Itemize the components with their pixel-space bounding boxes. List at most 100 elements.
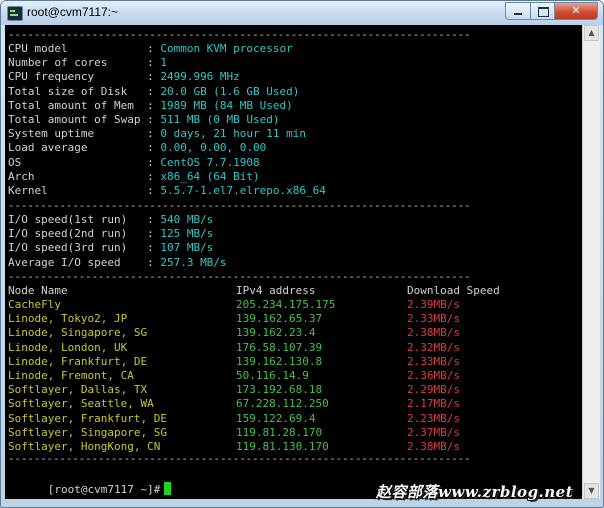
speed-table-row: CacheFly 205.234.175.175 2.39MB/s [8, 298, 578, 312]
info-value: 20.0 GB (1.6 GB Used) [160, 84, 300, 98]
node-speed: 2.38MB/s [407, 326, 460, 340]
node-name: Softlayer, Dallas, TX [8, 383, 148, 397]
speed-table-row: Linode, Fremont, CA 50.116.14.9 2.36MB/s [8, 369, 578, 383]
speed-table-row: Softlayer, Singapore, SG 119.81.28.170 2.3… [8, 426, 578, 440]
node-speed: 2.37MB/s [407, 425, 460, 439]
speed-table-row: Softlayer, Dallas, TX 173.192.68.18 2.29MB… [8, 383, 578, 397]
node-ip: 139.162.130.8 [236, 354, 323, 368]
io-label: I/O speed(1st run) [8, 213, 141, 226]
info-colon: : [140, 127, 161, 141]
info-value: 0.00, 0.00, 0.00 [160, 141, 267, 155]
info-colon: : [140, 70, 161, 84]
node-name: Softlayer, Seattle, WA [8, 397, 154, 411]
info-colon: : [140, 113, 161, 126]
node-ip: 119.81.28.170 [236, 425, 323, 439]
speed-table-header: Node Name IPv4 address Download Speed [8, 284, 578, 298]
info-value: 5.5.7-1.el7.elrepo.x86_64 [160, 184, 326, 197]
io-speed-row: I/O speed(2nd run) : 125 MB/s [8, 227, 213, 241]
node-speed: 2.33MB/s [407, 354, 460, 368]
io-speed-row: I/O speed(3rd run) : 107 MB/s [8, 241, 213, 255]
info-label: System uptime [8, 127, 141, 141]
info-label: Arch [8, 169, 141, 183]
node-ip: 67.228.112.250 [236, 397, 329, 411]
speed-table-row: Softlayer, Frankfurt, DE 159.122.69.4 2.23… [8, 412, 578, 426]
io-value: 257.3 MB/s [160, 255, 227, 269]
io-value: 125 MB/s [160, 227, 214, 241]
column-header-ip: IPv4 address [236, 284, 316, 297]
scroll-down-button[interactable]: ▼ [584, 483, 599, 499]
speed-table-row: Softlayer, Seattle, WA 67.228.112.250 2.17… [8, 397, 578, 411]
info-label: CPU frequency [8, 70, 141, 84]
minimize-icon [514, 13, 522, 15]
terminal-window: root@cvm7117:~ ✕ -----------------------… [0, 0, 604, 508]
speed-table-row: Linode, London, UK 176.58.107.39 2.32MB/s [8, 341, 578, 355]
info-label: Load average [8, 141, 141, 155]
info-label: Total size of Disk [8, 84, 141, 98]
node-speed: 2.39MB/s [407, 298, 460, 311]
info-value: 1 [160, 56, 167, 70]
io-colon: : [140, 241, 161, 255]
separator-line: ----------------------------------------… [8, 199, 471, 212]
system-info-row: CPU model : Common KVM processor [8, 42, 293, 56]
maximize-icon [538, 7, 549, 17]
node-name: CacheFly [8, 298, 61, 311]
column-header-speed: Download Speed [407, 284, 500, 297]
separator-line: ----------------------------------------… [8, 452, 471, 465]
node-name: Softlayer, Singapore, SG [8, 425, 167, 439]
io-label: I/O speed(3rd run) [8, 241, 141, 255]
node-speed: 2.17MB/s [407, 397, 460, 411]
node-speed: 2.32MB/s [407, 340, 460, 354]
info-value: 511 MB (0 MB Used) [160, 113, 280, 126]
info-value: Common KVM processor [160, 42, 293, 55]
io-value: 540 MB/s [160, 213, 214, 226]
maximize-button[interactable] [530, 2, 555, 20]
node-name: Linode, London, UK [8, 340, 128, 354]
node-ip: 159.122.69.4 [236, 411, 316, 425]
node-speed: 2.36MB/s [407, 369, 460, 382]
info-label: Number of cores [8, 56, 141, 70]
system-info-row: Number of cores : 1 [8, 56, 167, 70]
node-name: Linode, Tokyo2, JP [8, 312, 128, 326]
speed-table-row: Linode, Frankfurt, DE 139.162.130.8 2.33MB… [8, 355, 578, 369]
node-name: Linode, Singapore, SG [8, 326, 148, 340]
node-name: Linode, Fremont, CA [8, 369, 134, 382]
node-ip: 139.162.23.4 [236, 326, 316, 340]
system-info-row: OS : CentOS 7.7.1908 [8, 156, 260, 170]
info-value: 2499.996 MHz [160, 70, 240, 84]
system-info-row: Kernel : 5.5.7-1.el7.elrepo.x86_64 [8, 184, 326, 198]
info-label: OS [8, 155, 141, 169]
terminal-output[interactable]: ----------------------------------------… [5, 25, 582, 499]
watermark-logo: 赵容部落www.zrblog.net [376, 483, 574, 501]
prompt-line[interactable]: [root@cvm7117 ~]# [8, 468, 172, 496]
title-bar[interactable]: root@cvm7117:~ ✕ [1, 1, 603, 25]
info-label: Total amount of Swap [8, 113, 141, 126]
system-info-row: System uptime : 0 days, 21 hour 11 min [8, 127, 306, 141]
node-ip: 139.162.65.37 [236, 312, 323, 326]
system-info-row: Total amount of Swap : 511 MB (0 MB Used… [8, 113, 280, 127]
io-value: 107 MB/s [160, 241, 214, 255]
node-name: Linode, Frankfurt, DE [8, 354, 148, 368]
column-header-node: Node Name [8, 284, 68, 297]
io-colon: : [140, 227, 161, 241]
vertical-scrollbar[interactable]: ▲ ▼ [582, 25, 600, 499]
terminal-icon[interactable] [7, 6, 23, 21]
node-ip: 176.58.107.39 [236, 340, 323, 354]
minimize-button[interactable] [505, 2, 531, 20]
info-colon: : [140, 84, 161, 98]
close-icon: ✕ [571, 4, 581, 17]
node-ip: 205.234.175.175 [236, 298, 336, 311]
system-info-row: Load average : 0.00, 0.00, 0.00 [8, 141, 266, 155]
separator-line: ----------------------------------------… [8, 28, 471, 41]
info-value: 1989 MB (84 MB Used) [160, 98, 293, 112]
speed-table-row: Linode, Tokyo2, JP 139.162.65.37 2.33MB/s [8, 312, 578, 326]
info-label: CPU model [8, 42, 141, 55]
system-info-row: Total amount of Mem : 1989 MB (84 MB Use… [8, 99, 293, 113]
scroll-up-button[interactable]: ▲ [584, 25, 599, 41]
arrow-up-icon: ▲ [588, 28, 595, 37]
info-colon: : [140, 155, 161, 169]
info-colon: : [140, 184, 161, 197]
info-label: Kernel [8, 184, 141, 197]
system-info-row: Total size of Disk : 20.0 GB (1.6 GB Use… [8, 85, 299, 99]
close-button[interactable]: ✕ [554, 2, 598, 20]
shell-prompt: [root@cvm7117 ~]# [47, 483, 161, 496]
